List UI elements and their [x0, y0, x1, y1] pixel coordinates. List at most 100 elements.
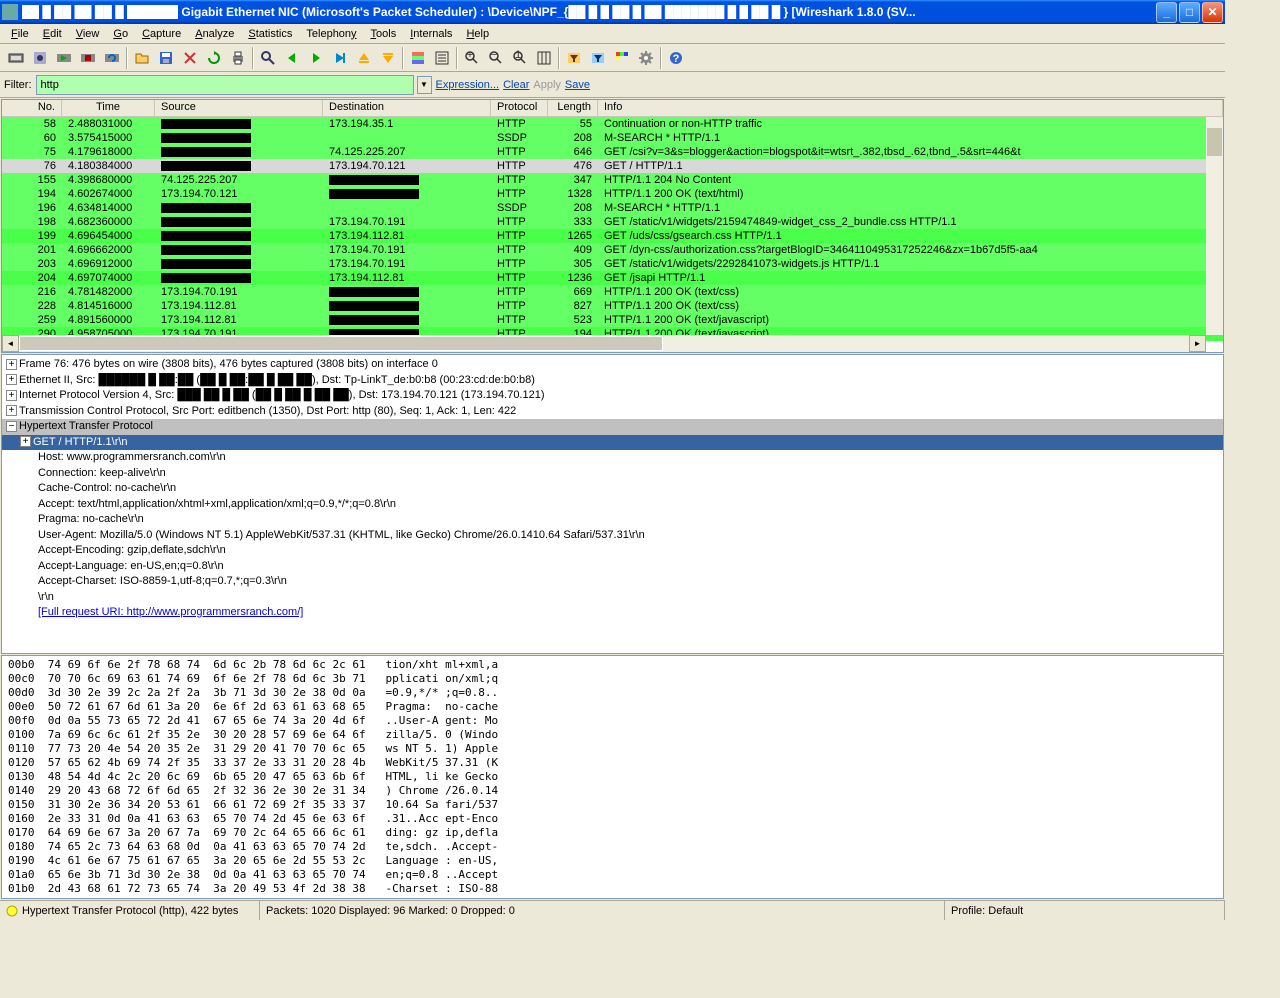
col-length[interactable]: Length: [548, 100, 598, 116]
packet-row[interactable]: 1994.696454000173.194.112.81HTTP1265GET …: [2, 229, 1223, 243]
packet-bytes-pane[interactable]: 00b0 74 69 6f 6e 2f 78 68 74 6d 6c 2b 78…: [1, 655, 1224, 899]
tree-http-accept-charset[interactable]: Accept-Charset: ISO-8859-1,utf-8;q=0.7,*…: [2, 574, 1223, 590]
filter-input[interactable]: [41, 79, 409, 91]
col-no[interactable]: No.: [2, 100, 62, 116]
filter-expression-link[interactable]: Expression...: [436, 79, 500, 91]
maximize-button[interactable]: □: [1179, 2, 1200, 23]
packet-list-hscroll[interactable]: ◄►: [2, 335, 1206, 352]
go-to-packet-button[interactable]: [329, 47, 351, 69]
packet-row[interactable]: 582.488031000173.194.35.1HTTP55Continuat…: [2, 117, 1223, 131]
packet-row[interactable]: 1944.602674000173.194.70.121HTTP1328HTTP…: [2, 187, 1223, 201]
packet-row[interactable]: 1964.634814000SSDP208M-SEARCH * HTTP/1.1: [2, 201, 1223, 215]
tree-http-accept-encoding[interactable]: Accept-Encoding: gzip,deflate,sdch\r\n: [2, 543, 1223, 559]
tree-frame[interactable]: +Frame 76: 476 bytes on wire (3808 bits)…: [2, 357, 1223, 373]
filter-dropdown[interactable]: ▼: [417, 76, 432, 94]
help-button[interactable]: ?: [665, 47, 687, 69]
col-info[interactable]: Info: [598, 100, 1223, 116]
find-button[interactable]: [257, 47, 279, 69]
col-destination[interactable]: Destination: [323, 100, 491, 116]
status-pane-profile[interactable]: Profile: Default: [945, 901, 1225, 920]
packet-row[interactable]: 2164.781482000173.194.70.191HTTP669HTTP/…: [2, 285, 1223, 299]
menu-help[interactable]: Help: [459, 26, 496, 42]
packet-row[interactable]: 2594.891560000173.194.112.81HTTP523HTTP/…: [2, 313, 1223, 327]
menu-telephony[interactable]: Telephony: [299, 26, 363, 42]
menu-tools[interactable]: Tools: [364, 26, 404, 42]
tree-http-pragma[interactable]: Pragma: no-cache\r\n: [2, 512, 1223, 528]
zoom-in-button[interactable]: +: [461, 47, 483, 69]
col-protocol[interactable]: Protocol: [491, 100, 548, 116]
svg-text:?: ?: [673, 53, 680, 65]
col-source[interactable]: Source: [155, 100, 323, 116]
tree-http-request-line[interactable]: +GET / HTTP/1.1\r\n: [2, 435, 1223, 451]
menu-edit[interactable]: Edit: [36, 26, 69, 42]
zoom-100-button[interactable]: 1: [509, 47, 531, 69]
colorize-button[interactable]: [407, 47, 429, 69]
preferences-button[interactable]: [635, 47, 657, 69]
col-time[interactable]: Time: [62, 100, 155, 116]
svg-text:−: −: [491, 50, 497, 61]
packet-row[interactable]: 2014.696662000173.194.70.191HTTP409GET /…: [2, 243, 1223, 257]
display-filters-button[interactable]: [587, 47, 609, 69]
status-pane-context[interactable]: Hypertext Transfer Protocol (http), 422 …: [0, 901, 260, 920]
go-last-button[interactable]: [377, 47, 399, 69]
menu-internals[interactable]: Internals: [403, 26, 459, 42]
tree-http-full-uri[interactable]: [Full request URI: http://www.programmer…: [2, 605, 1223, 621]
tree-ip[interactable]: +Internet Protocol Version 4, Src: ███ █…: [2, 388, 1223, 404]
filter-input-wrapper: [36, 75, 414, 95]
interfaces-button[interactable]: [5, 47, 27, 69]
packet-details-pane[interactable]: +Frame 76: 476 bytes on wire (3808 bits)…: [1, 354, 1224, 654]
zoom-out-button[interactable]: −: [485, 47, 507, 69]
resize-columns-button[interactable]: [533, 47, 555, 69]
filter-label: Filter:: [4, 79, 32, 91]
tree-http-crlf[interactable]: \r\n: [2, 590, 1223, 606]
packet-row[interactable]: 2044.697074000173.194.112.81HTTP1236GET …: [2, 271, 1223, 285]
tree-http-connection[interactable]: Connection: keep-alive\r\n: [2, 466, 1223, 482]
menu-file[interactable]: File: [4, 26, 36, 42]
print-button[interactable]: [227, 47, 249, 69]
tree-tcp[interactable]: +Transmission Control Protocol, Src Port…: [2, 404, 1223, 420]
tree-http-accept[interactable]: Accept: text/html,application/xhtml+xml,…: [2, 497, 1223, 513]
minimize-button[interactable]: _: [1156, 2, 1177, 23]
packet-row[interactable]: 603.575415000SSDP208M-SEARCH * HTTP/1.1: [2, 131, 1223, 145]
filter-toolbar: Filter: ▼ Expression... Clear Apply Save: [0, 72, 1225, 98]
start-capture-button[interactable]: [53, 47, 75, 69]
filter-save-link[interactable]: Save: [565, 79, 590, 91]
coloring-rules-button[interactable]: [611, 47, 633, 69]
tree-http-useragent[interactable]: User-Agent: Mozilla/5.0 (Windows NT 5.1)…: [2, 528, 1223, 544]
options-button[interactable]: [29, 47, 51, 69]
packet-row[interactable]: 2034.696912000173.194.70.191HTTP305GET /…: [2, 257, 1223, 271]
restart-capture-button[interactable]: [101, 47, 123, 69]
close-button[interactable]: ✕: [1202, 2, 1223, 23]
packet-row[interactable]: 1984.682360000173.194.70.191HTTP333GET /…: [2, 215, 1223, 229]
auto-scroll-button[interactable]: [431, 47, 453, 69]
packet-row[interactable]: 764.180384000173.194.70.121HTTP476GET / …: [2, 159, 1223, 173]
menu-analyze[interactable]: Analyze: [188, 26, 241, 42]
go-first-button[interactable]: [353, 47, 375, 69]
go-back-button[interactable]: [281, 47, 303, 69]
filter-clear-link[interactable]: Clear: [503, 79, 529, 91]
go-forward-button[interactable]: [305, 47, 327, 69]
tree-http-cache-control[interactable]: Cache-Control: no-cache\r\n: [2, 481, 1223, 497]
packet-row[interactable]: 754.17961800074.125.225.207HTTP646GET /c…: [2, 145, 1223, 159]
packet-row[interactable]: 1554.39868000074.125.225.207HTTP347HTTP/…: [2, 173, 1223, 187]
window-title: ██ █ ██ ██ ██ █ ██████ Gigabit Ethernet …: [22, 5, 1154, 19]
menu-go[interactable]: Go: [106, 26, 135, 42]
tree-http[interactable]: −Hypertext Transfer Protocol: [2, 419, 1223, 435]
save-button[interactable]: [155, 47, 177, 69]
capture-filters-button[interactable]: [563, 47, 585, 69]
close-file-button[interactable]: [179, 47, 201, 69]
filter-apply-link[interactable]: Apply: [533, 79, 561, 91]
menu-view[interactable]: View: [69, 26, 107, 42]
app-icon: [2, 4, 18, 20]
tree-ethernet[interactable]: +Ethernet II, Src: ██████ █ ██:██ (██ █ …: [2, 373, 1223, 389]
reload-button[interactable]: [203, 47, 225, 69]
stop-capture-button[interactable]: [77, 47, 99, 69]
packet-list-body[interactable]: 582.488031000173.194.35.1HTTP55Continuat…: [2, 117, 1223, 341]
packet-list-vscroll[interactable]: [1206, 117, 1223, 335]
menu-capture[interactable]: Capture: [135, 26, 188, 42]
menu-statistics[interactable]: Statistics: [241, 26, 299, 42]
tree-http-accept-language[interactable]: Accept-Language: en-US,en;q=0.8\r\n: [2, 559, 1223, 575]
tree-http-host[interactable]: Host: www.programmersranch.com\r\n: [2, 450, 1223, 466]
open-button[interactable]: [131, 47, 153, 69]
packet-row[interactable]: 2284.814516000173.194.112.81HTTP827HTTP/…: [2, 299, 1223, 313]
